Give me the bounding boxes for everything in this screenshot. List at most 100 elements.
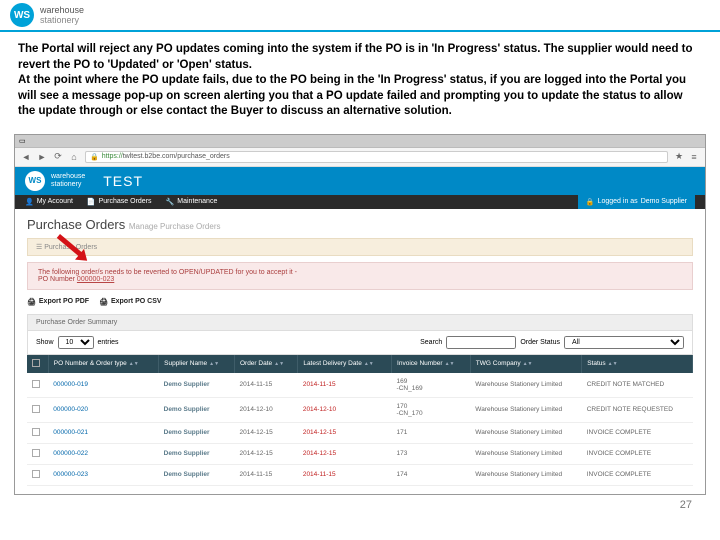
cell-delivery-date: 2014-12-15 xyxy=(298,422,392,443)
menu-bar: 👤 My Account 📄 Purchase Orders 🔧 Mainten… xyxy=(15,195,705,209)
cell-supplier: Demo Supplier xyxy=(159,422,235,443)
cell-order-date: 2014-11-15 xyxy=(234,464,297,485)
home-icon[interactable]: ⌂ xyxy=(69,152,79,162)
export-csv-label: Export PO CSV xyxy=(111,298,162,305)
row-checkbox[interactable] xyxy=(32,470,40,478)
col-order-date[interactable]: Order Date▲▼ xyxy=(234,355,297,373)
cell-company: Warehouse Stationery Limited xyxy=(470,443,581,464)
login-user: Demo Supplier xyxy=(641,198,687,205)
cell-invoice: 170-CN_170 xyxy=(392,397,471,422)
status-label: Order Status xyxy=(520,339,560,346)
reload-icon[interactable]: ⟳ xyxy=(53,152,63,162)
row-checkbox[interactable] xyxy=(32,380,40,388)
cell-po-number[interactable]: 000000-022 xyxy=(48,443,158,464)
col-status[interactable]: Status▲▼ xyxy=(582,355,693,373)
search-input[interactable] xyxy=(446,336,516,349)
back-icon[interactable]: ◄ xyxy=(21,152,31,162)
banner-brand2: stationery xyxy=(51,181,85,189)
cell-invoice: 173 xyxy=(392,443,471,464)
col-supplier[interactable]: Supplier Name▲▼ xyxy=(159,355,235,373)
address-bar[interactable]: 🔒 https:// twltest.b2be.com/purchase_ord… xyxy=(85,151,668,163)
cell-order-date: 2014-12-15 xyxy=(234,422,297,443)
cell-po-number[interactable]: 000000-019 xyxy=(48,373,158,398)
table-row[interactable]: 000000-020Demo Supplier2014-12-102014-12… xyxy=(27,397,693,422)
url-path: twltest.b2be.com/purchase_orders xyxy=(123,153,230,160)
banner-logo: WS xyxy=(25,171,45,191)
table-row[interactable]: 000000-019Demo Supplier2014-11-152014-11… xyxy=(27,373,693,398)
cell-order-date: 2014-12-15 xyxy=(234,443,297,464)
breadcrumb: ☰ Purchase Orders xyxy=(27,238,693,256)
export-csv-button[interactable]: 🖨 Export PO CSV xyxy=(99,298,161,306)
status-select[interactable]: All xyxy=(564,336,684,349)
cell-po-number[interactable]: 000000-021 xyxy=(48,422,158,443)
login-status[interactable]: 🔒 Logged in as Demo Supplier xyxy=(578,195,695,209)
page-content: Purchase Orders Manage Purchase Orders ☰… xyxy=(15,209,705,494)
row-checkbox[interactable] xyxy=(32,428,40,436)
test-label: TEST xyxy=(103,173,143,189)
page-title: Purchase Orders Manage Purchase Orders xyxy=(27,217,693,232)
col-delivery-date[interactable]: Latest Delivery Date▲▼ xyxy=(298,355,392,373)
page-number: 27 xyxy=(0,495,720,517)
list-icon: ☰ xyxy=(36,244,44,251)
forward-icon[interactable]: ► xyxy=(37,152,47,162)
warning-message: The following order/s needs to be revert… xyxy=(27,262,693,290)
col-company[interactable]: TWG Company▲▼ xyxy=(470,355,581,373)
col-checkbox[interactable] xyxy=(27,355,48,373)
doc-paragraph: The Portal will reject any PO updates co… xyxy=(0,32,720,130)
brand-logo: WS xyxy=(10,3,34,27)
user-icon: 👤 xyxy=(25,198,34,206)
lock-icon: 🔒 xyxy=(90,153,99,161)
cell-company: Warehouse Stationery Limited xyxy=(470,422,581,443)
csv-icon: 🖨 xyxy=(99,298,108,306)
po-table: PO Number & Order type▲▼ Supplier Name▲▼… xyxy=(27,355,693,486)
browser-tab[interactable]: ▭ xyxy=(19,137,26,145)
col-po-number[interactable]: PO Number & Order type▲▼ xyxy=(48,355,158,373)
row-checkbox[interactable] xyxy=(32,449,40,457)
browser-tab-strip: ▭ xyxy=(15,135,705,147)
cell-status: INVOICE COMPLETE xyxy=(582,422,693,443)
brand-header: WS warehouse stationery xyxy=(0,0,720,32)
col-invoice[interactable]: Invoice Number▲▼ xyxy=(392,355,471,373)
cell-status: INVOICE COMPLETE xyxy=(582,443,693,464)
brand-line1: warehouse xyxy=(40,5,84,15)
entries-label: entries xyxy=(98,339,119,346)
cell-delivery-date: 2014-11-15 xyxy=(298,373,392,398)
table-row[interactable]: 000000-022Demo Supplier2014-12-152014-12… xyxy=(27,443,693,464)
lock-icon: 🔒 xyxy=(586,198,595,206)
brand-line2: stationery xyxy=(40,15,84,25)
browser-window: ▭ ◄ ► ⟳ ⌂ 🔒 https:// twltest.b2be.com/pu… xyxy=(14,134,706,495)
cell-supplier: Demo Supplier xyxy=(159,443,235,464)
summary-header: Purchase Order Summary xyxy=(27,314,693,331)
menu-account-label: My Account xyxy=(37,198,73,205)
table-row[interactable]: 000000-021Demo Supplier2014-12-152014-12… xyxy=(27,422,693,443)
export-controls: 🖨 Export PO PDF 🖨 Export PO CSV xyxy=(27,298,693,306)
table-row[interactable]: 000000-023Demo Supplier2014-11-152014-11… xyxy=(27,464,693,485)
cell-company: Warehouse Stationery Limited xyxy=(470,373,581,398)
row-checkbox[interactable] xyxy=(32,405,40,413)
cell-supplier: Demo Supplier xyxy=(159,397,235,422)
cell-status: INVOICE COMPLETE xyxy=(582,464,693,485)
menu-maintenance[interactable]: 🔧 Maintenance xyxy=(166,198,218,206)
star-icon[interactable]: ★ xyxy=(674,152,684,162)
menu-icon[interactable]: ≡ xyxy=(689,152,699,162)
warning-po-link[interactable]: 000000-023 xyxy=(77,276,114,283)
cell-supplier: Demo Supplier xyxy=(159,373,235,398)
filter-row: Show 10 entries Search Order Status All xyxy=(27,331,693,355)
cell-order-date: 2014-11-15 xyxy=(234,373,297,398)
export-pdf-button[interactable]: 🖨 Export PO PDF xyxy=(27,298,89,306)
export-pdf-label: Export PO PDF xyxy=(39,298,89,305)
test-banner: WS warehouse stationery TEST xyxy=(15,167,705,195)
browser-toolbar: ◄ ► ⟳ ⌂ 🔒 https:// twltest.b2be.com/purc… xyxy=(15,147,705,167)
page-size-select[interactable]: 10 xyxy=(58,336,94,349)
cell-order-date: 2014-12-10 xyxy=(234,397,297,422)
cell-delivery-date: 2014-12-10 xyxy=(298,397,392,422)
cell-po-number[interactable]: 000000-023 xyxy=(48,464,158,485)
menu-my-account[interactable]: 👤 My Account xyxy=(25,198,73,206)
banner-brand1: warehouse xyxy=(51,173,85,181)
warning-text: The following order/s needs to be revert… xyxy=(38,269,682,276)
subtitle-text: Manage Purchase Orders xyxy=(129,222,221,231)
cell-invoice: 171 xyxy=(392,422,471,443)
cell-po-number[interactable]: 000000-020 xyxy=(48,397,158,422)
menu-purchase-orders[interactable]: 📄 Purchase Orders xyxy=(87,198,152,206)
cell-delivery-date: 2014-12-15 xyxy=(298,443,392,464)
